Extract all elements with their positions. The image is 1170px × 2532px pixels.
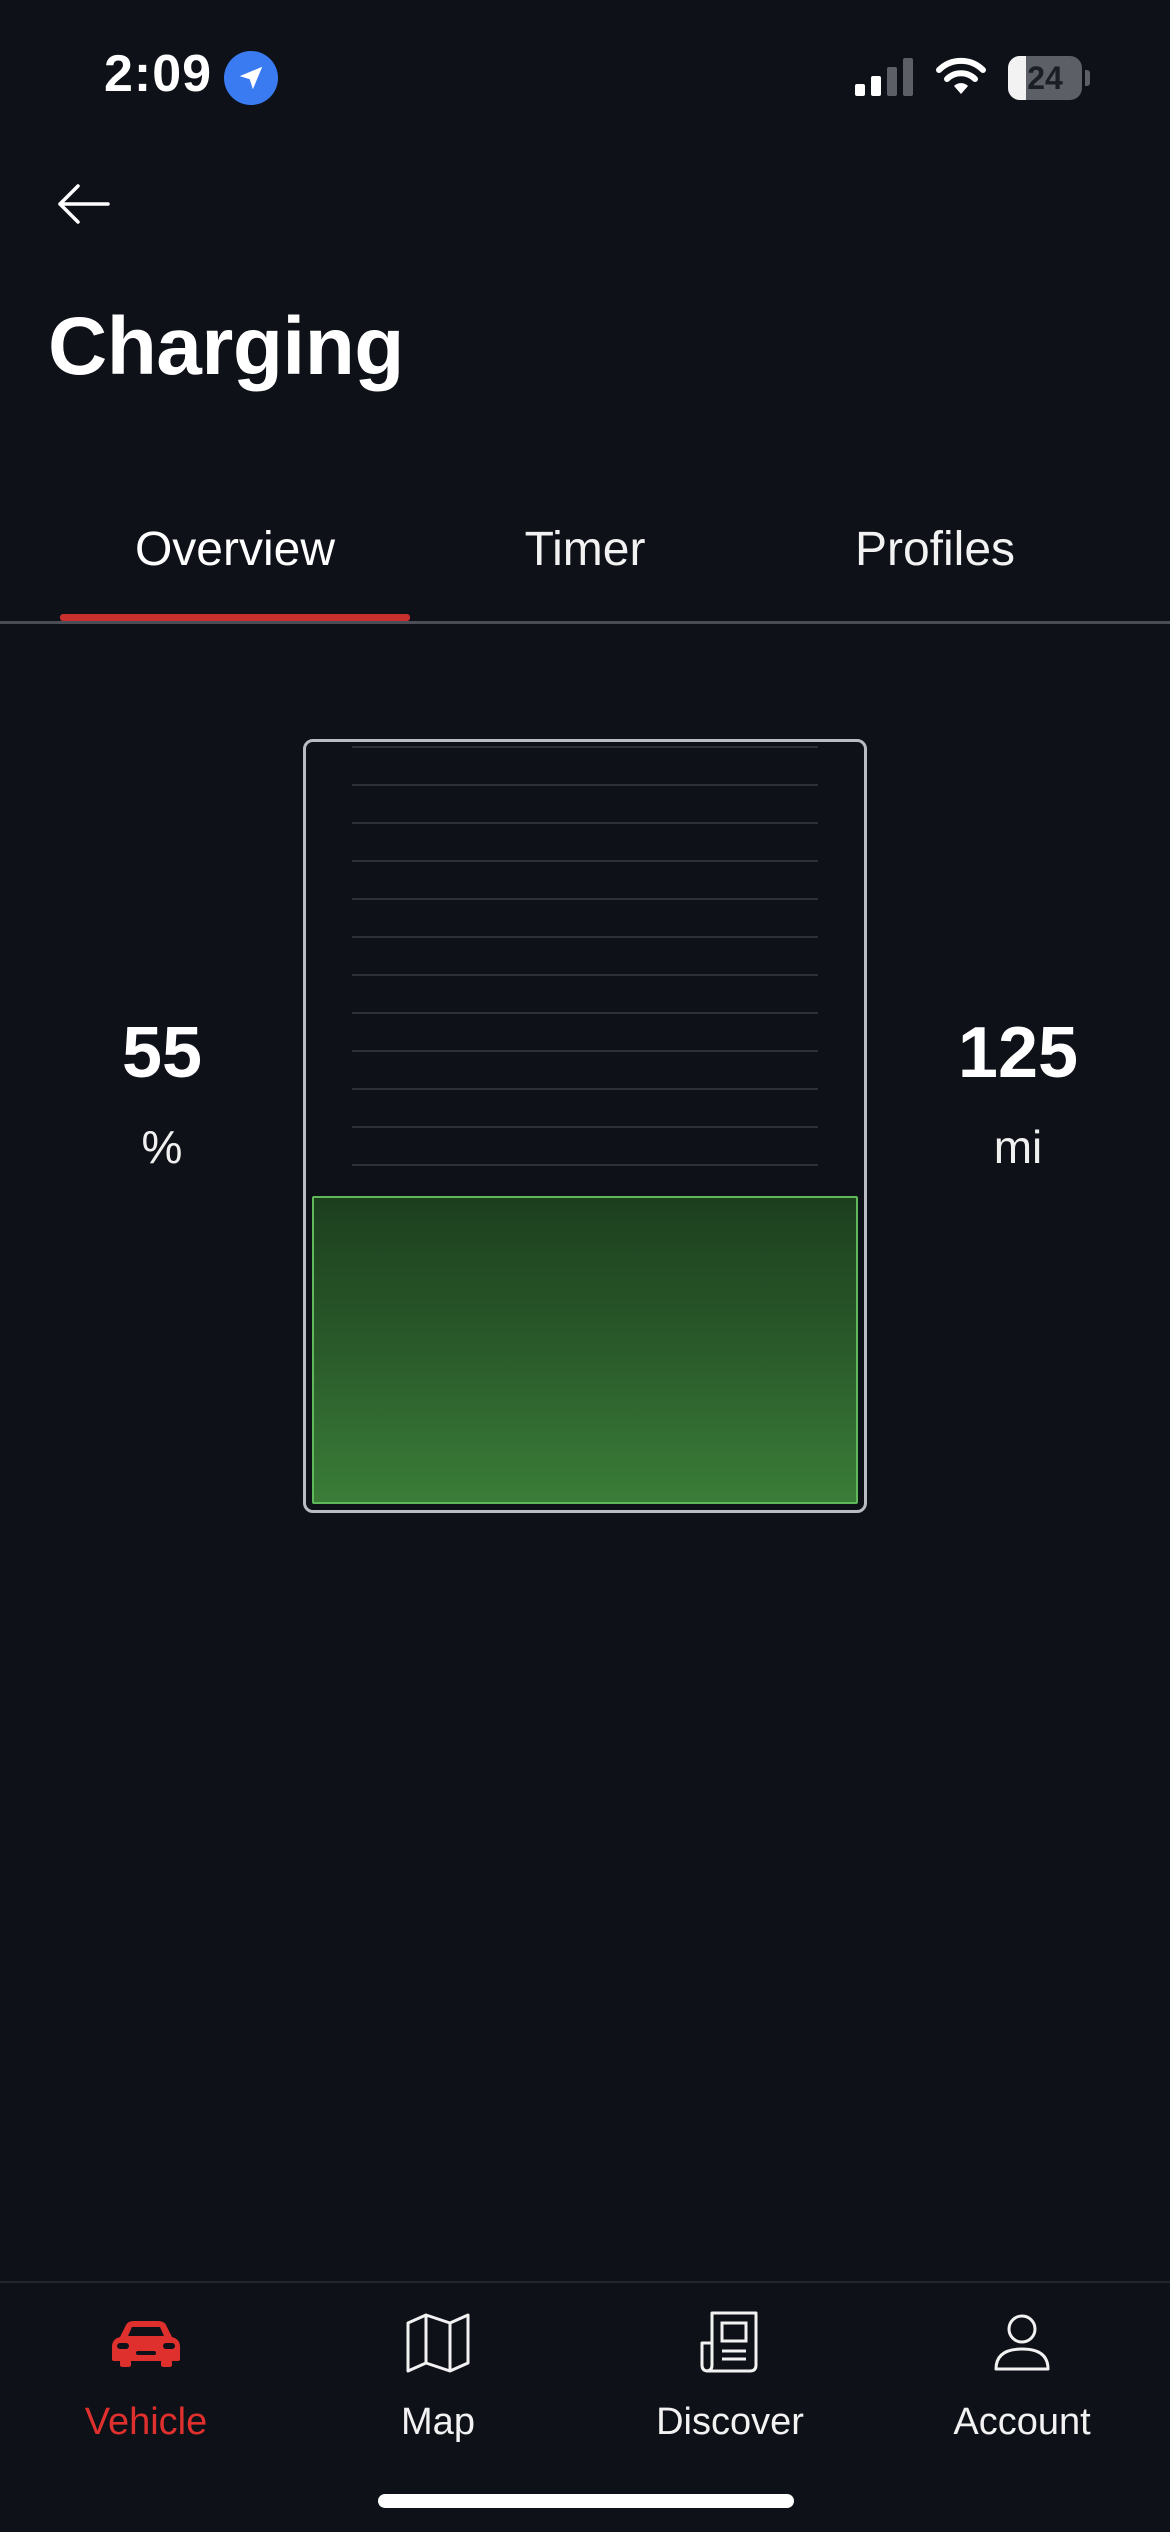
gauge-gridline	[352, 746, 818, 748]
tab-timer[interactable]: Timer	[410, 522, 760, 622]
arrow-left-icon	[58, 184, 110, 224]
status-time: 2:09	[104, 45, 213, 103]
gauge-gridline	[352, 784, 818, 786]
nav-vehicle[interactable]: Vehicle	[0, 2283, 292, 2483]
nav-account-label: Account	[953, 2401, 1091, 2443]
charge-percent: 55 %	[42, 1012, 282, 1174]
nav-discover-label: Discover	[656, 2401, 804, 2443]
nav-account[interactable]: Account	[876, 2283, 1168, 2483]
tab-bar: Overview Timer Profiles	[0, 500, 1170, 624]
charge-range-unit: mi	[993, 1121, 1043, 1173]
car-icon	[112, 2321, 180, 2367]
gauge-gridline	[352, 936, 818, 938]
tab-profiles[interactable]: Profiles	[760, 522, 1110, 622]
status-bar: 2:09 24	[0, 0, 1170, 150]
page-title: Charging	[48, 301, 404, 392]
news-icon	[700, 2311, 758, 2373]
home-indicator[interactable]	[378, 2494, 794, 2508]
user-icon	[994, 2314, 1050, 2371]
gauge-charge-fill	[312, 1196, 858, 1504]
gauge-gridline	[352, 1050, 818, 1052]
gauge-gridline	[352, 1126, 818, 1128]
battery-percent: 24	[1027, 60, 1063, 96]
charge-percent-unit: %	[141, 1121, 183, 1173]
gauge-gridline	[352, 822, 818, 824]
back-button[interactable]	[52, 176, 116, 232]
gauge-gridline	[352, 1088, 818, 1090]
nav-map-label: Map	[401, 2401, 475, 2443]
charge-range-value: 125	[957, 1013, 1079, 1093]
cellular-signal-icon	[855, 58, 913, 96]
gauge-gridlines	[352, 742, 818, 1196]
charge-range: 125 mi	[898, 1012, 1138, 1174]
gauge-gridline	[352, 860, 818, 862]
gauge-gridline	[352, 974, 818, 976]
map-icon	[406, 2313, 470, 2373]
battery-icon: 24	[1008, 56, 1090, 100]
gauge-gridline	[352, 898, 818, 900]
charging-screen: 2:09 24 Charging Overview Timer Profiles…	[0, 0, 1170, 2532]
nav-discover[interactable]: Discover	[584, 2283, 876, 2483]
location-arrow-icon	[224, 51, 278, 105]
active-tab-indicator	[60, 614, 410, 621]
nav-vehicle-label: Vehicle	[84, 2401, 208, 2443]
wifi-icon	[936, 57, 986, 94]
charge-percent-value: 55	[121, 1013, 203, 1093]
battery-gauge	[303, 739, 867, 1513]
tab-overview[interactable]: Overview	[60, 522, 410, 622]
gauge-gridline	[352, 1164, 818, 1166]
nav-map[interactable]: Map	[292, 2283, 584, 2483]
gauge-gridline	[352, 1012, 818, 1014]
